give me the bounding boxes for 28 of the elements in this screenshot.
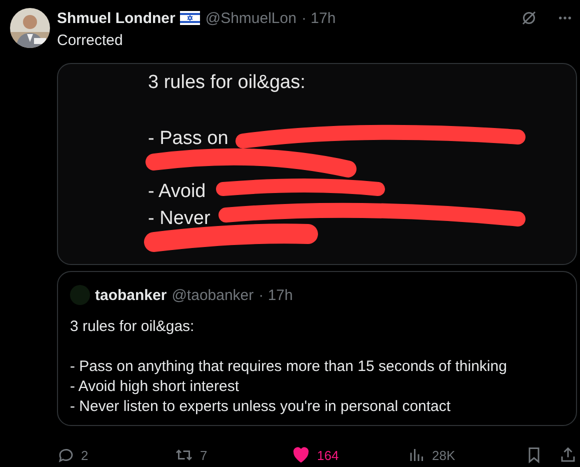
share-icon xyxy=(559,446,577,464)
like-button[interactable]: 164 xyxy=(291,446,408,464)
post-text: Corrected xyxy=(57,32,124,49)
post-time[interactable]: · 17h xyxy=(301,10,336,26)
screenshot-text: - Never xyxy=(148,208,210,229)
quoted-post-time: · 17h xyxy=(258,286,293,304)
quoted-text-line: 3 rules for oil&gas: xyxy=(70,318,194,335)
flag-icon xyxy=(180,11,200,25)
views-button[interactable]: 28K xyxy=(408,446,525,464)
screenshot-image[interactable]: 3 rules for oil&gas: - Pass on - Avoid - Never xyxy=(57,63,577,265)
quoted-text-line: - Avoid high short interest xyxy=(70,378,239,395)
avatar-icon xyxy=(70,285,90,305)
reply-button[interactable]: 2 xyxy=(57,446,174,464)
quoted-author-name: taobanker xyxy=(95,286,167,304)
quoted-text-line: - Never listen to experts unless you're in personal contact xyxy=(70,398,451,415)
screenshot-text: - Avoid xyxy=(148,181,206,202)
author-handle[interactable]: @ShmuelLon xyxy=(205,10,296,26)
share-button[interactable] xyxy=(559,446,577,464)
slashed-circle-icon[interactable] xyxy=(520,9,538,27)
views-icon xyxy=(408,446,426,464)
quoted-text-line: - Pass on anything that requires more than 15 seconds of thinking xyxy=(70,358,507,375)
screenshot-text: 3 rules for oil&gas: xyxy=(148,72,306,93)
quoted-author-handle: @taobanker xyxy=(172,286,254,304)
reply-icon xyxy=(57,446,75,464)
author-name[interactable]: Shmuel Londner xyxy=(57,10,176,26)
quoted-post[interactable] xyxy=(57,271,577,426)
repost-button[interactable]: 7 xyxy=(174,446,291,464)
screenshot-text: - Pass on xyxy=(148,128,228,149)
